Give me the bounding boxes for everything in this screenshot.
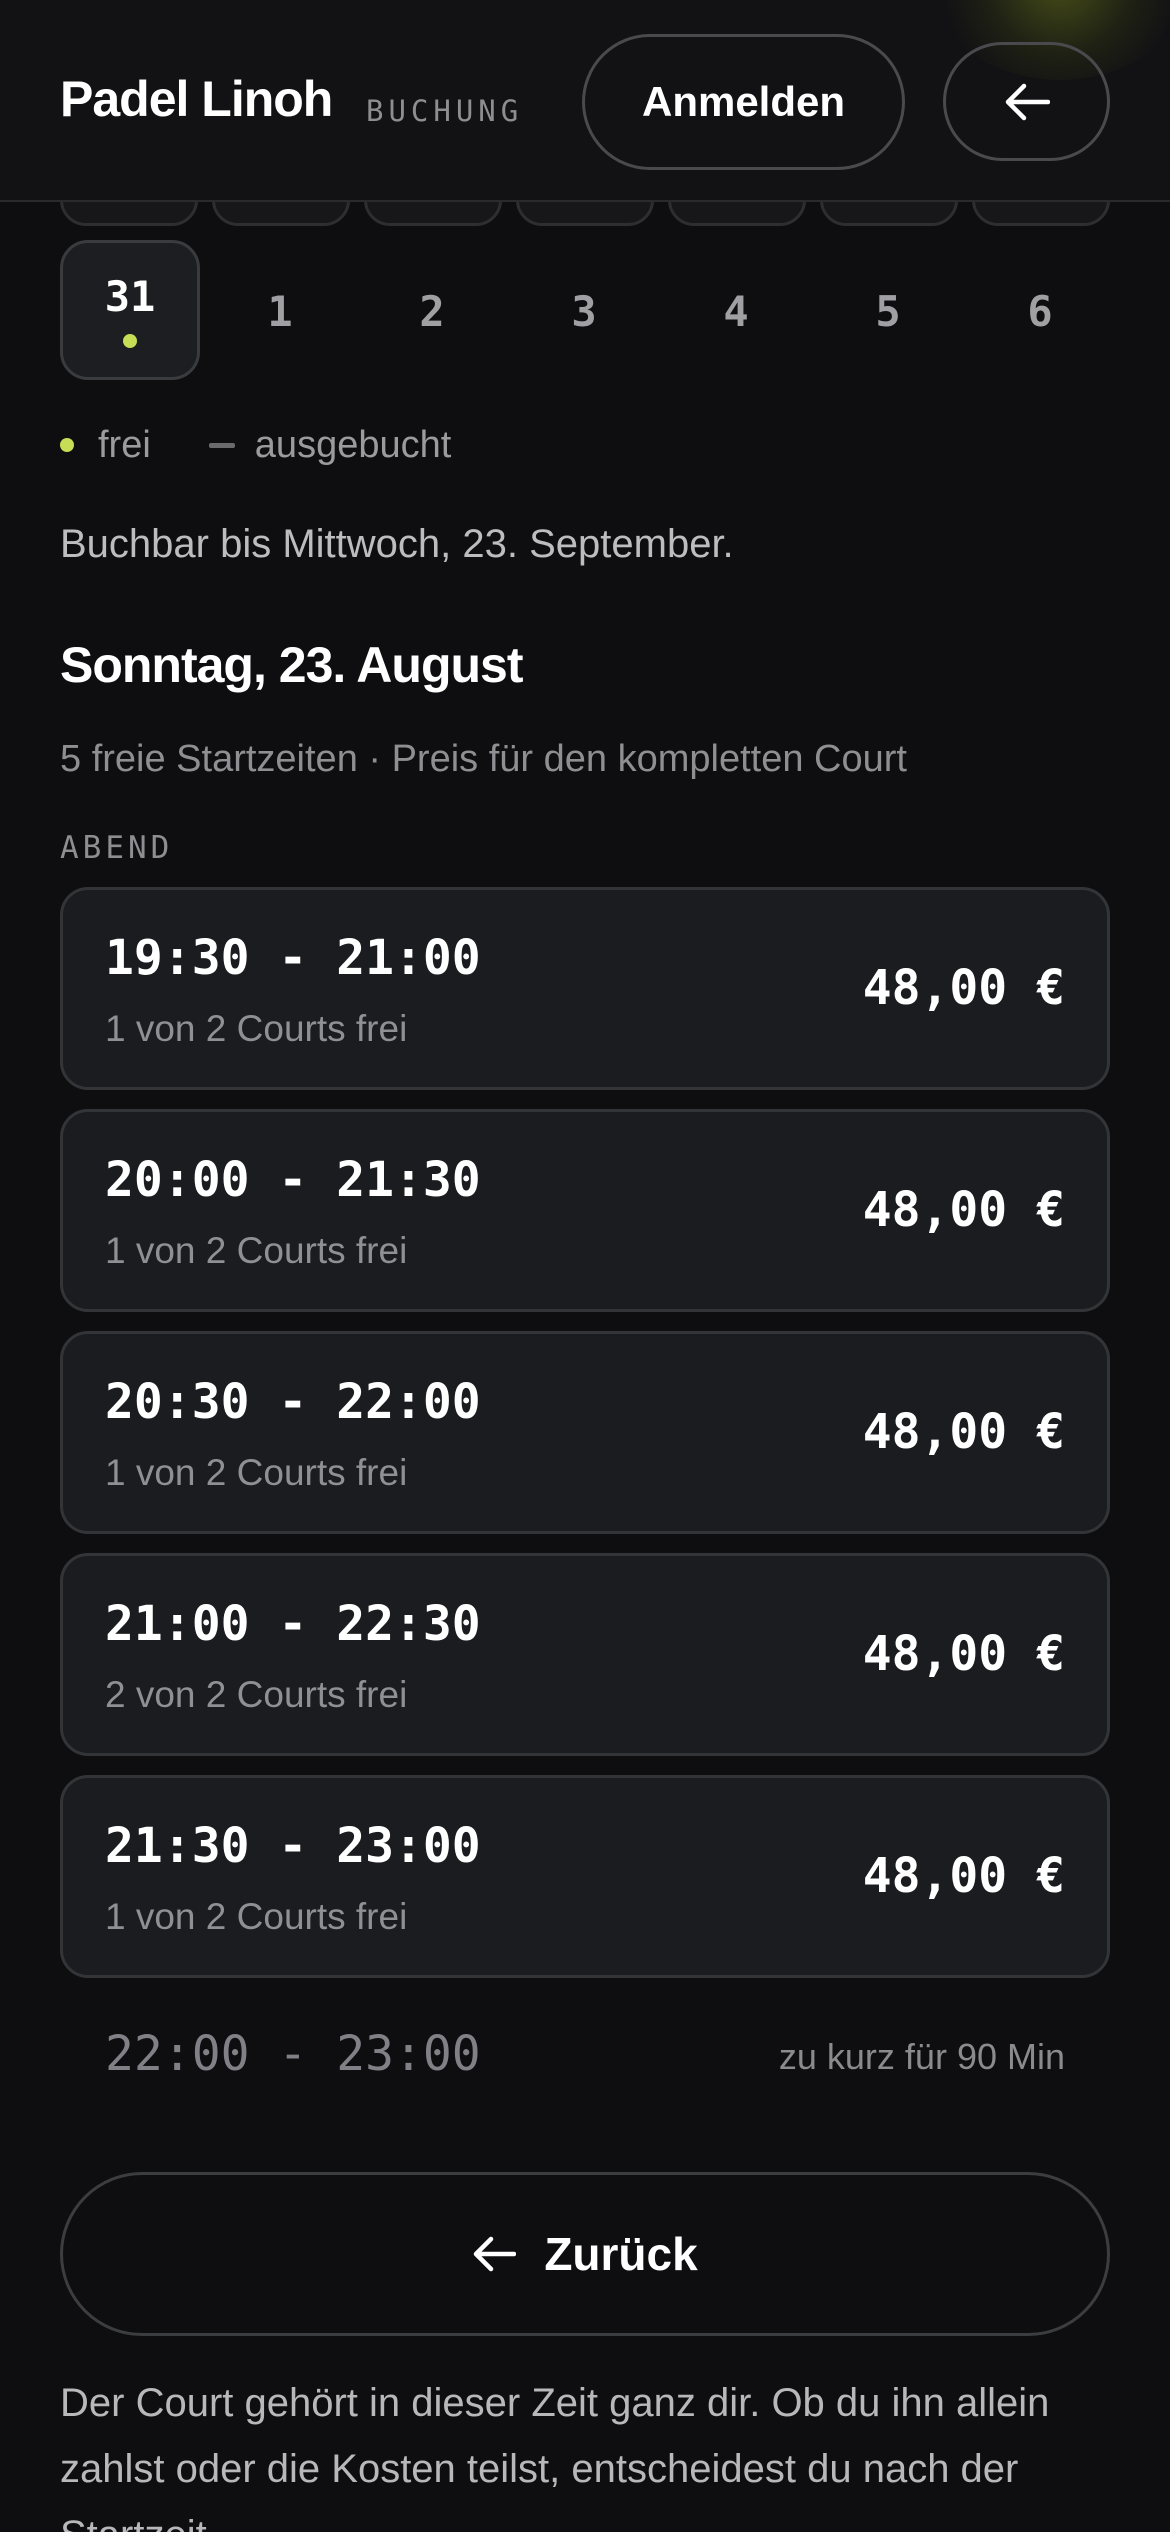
slot-availability: 1 von 2 Courts frei (105, 1452, 408, 1493)
slot-time: 21:30 - 23:00 (105, 1818, 481, 1874)
date-chip-label: 5 (875, 287, 901, 336)
booked-indicator-dash (208, 442, 235, 448)
slot-time: 19:30 - 21:00 (105, 930, 481, 986)
slot-time: 20:00 - 21:30 (105, 1152, 481, 1208)
time-section-label: ABEND (60, 830, 174, 866)
time-slot-card[interactable]: 19:30 - 21:00 1 von 2 Courts frei 48,00 … (60, 887, 1110, 1090)
time-slot-card[interactable]: 20:00 - 21:30 1 von 2 Courts frei 48,00 … (60, 1109, 1110, 1312)
date-chip[interactable]: 4 (666, 240, 806, 380)
date-chip-label: 1 (267, 287, 293, 336)
slot-price: 48,00 € (862, 1626, 1065, 1682)
date-chip[interactable]: 6 (970, 240, 1110, 380)
slot-price: 48,00 € (862, 1848, 1065, 1904)
arrow-left-icon (1005, 83, 1050, 120)
date-chip[interactable]: 1 (210, 240, 350, 380)
date-chip-selected[interactable]: 31 (60, 240, 200, 380)
top-bar: Padel Linoh BUCHUNG Anmelden (0, 0, 1170, 202)
slot-price: 48,00 € (862, 1182, 1065, 1238)
brand-logo[interactable]: Padel Linoh (60, 70, 333, 128)
free-indicator-dot (60, 438, 74, 452)
date-chip-label: 3 (571, 287, 597, 336)
arrow-left-icon (474, 2236, 517, 2272)
slot-time: 20:30 - 22:00 (105, 1374, 481, 1430)
back-button-label: Zurück (544, 2228, 698, 2280)
time-slot-card[interactable]: 20:30 - 22:00 1 von 2 Courts frei 48,00 … (60, 1331, 1110, 1534)
free-indicator-dot (123, 334, 137, 348)
date-chip[interactable]: 3 (514, 240, 654, 380)
date-chip-label: 6 (1027, 287, 1053, 336)
time-slot-card[interactable]: 21:30 - 23:00 1 von 2 Courts frei 48,00 … (60, 1775, 1110, 1978)
legend-free-label: frei (98, 423, 151, 466)
date-chip-label: 2 (419, 287, 445, 336)
info-footnote: Der Court gehört in dieser Zeit ganz dir… (60, 2381, 1050, 2532)
date-chip-label: 31 (104, 272, 156, 321)
unavailable-slot-time: 22:00 - 23:00 (105, 2026, 481, 2082)
bookable-until-text: Buchbar bis Mittwoch, 23. September. (60, 522, 734, 566)
slot-availability: 1 von 2 Courts frei (105, 1230, 408, 1271)
slot-time: 21:00 - 22:30 (105, 1596, 481, 1652)
back-button[interactable]: Zurück (60, 2172, 1110, 2336)
selected-date-subtitle: 5 freie Startzeiten · Preis für den komp… (60, 738, 907, 780)
availability-legend: frei ausgebucht (60, 420, 451, 470)
date-chip[interactable]: 5 (818, 240, 958, 380)
time-slot-card[interactable]: 21:00 - 22:30 2 von 2 Courts frei 48,00 … (60, 1553, 1110, 1756)
booking-page: Padel Linoh BUCHUNG Anmelden 31 1 2 3 4 5 6 fr… (0, 0, 1170, 2532)
selected-date-title: Sonntag, 23. August (60, 637, 523, 693)
date-chip[interactable]: 2 (362, 240, 502, 380)
slot-availability: 1 von 2 Courts frei (105, 1008, 408, 1049)
slot-price: 48,00 € (862, 1404, 1065, 1460)
slot-price: 48,00 € (862, 960, 1065, 1016)
unavailable-slot: 22:00 - 23:00 zu kurz für 90 Min (60, 2020, 1110, 2100)
date-chip-label: 4 (723, 287, 749, 336)
back-button-top[interactable] (943, 42, 1110, 161)
unavailable-slot-note: zu kurz für 90 Min (778, 2036, 1065, 2077)
slot-availability: 1 von 2 Courts frei (105, 1896, 408, 1937)
brand-subtitle: BUCHUNG (366, 94, 524, 128)
legend-booked-label: ausgebucht (254, 423, 452, 466)
login-button[interactable]: Anmelden (582, 34, 905, 170)
slot-availability: 2 von 2 Courts frei (105, 1674, 408, 1715)
